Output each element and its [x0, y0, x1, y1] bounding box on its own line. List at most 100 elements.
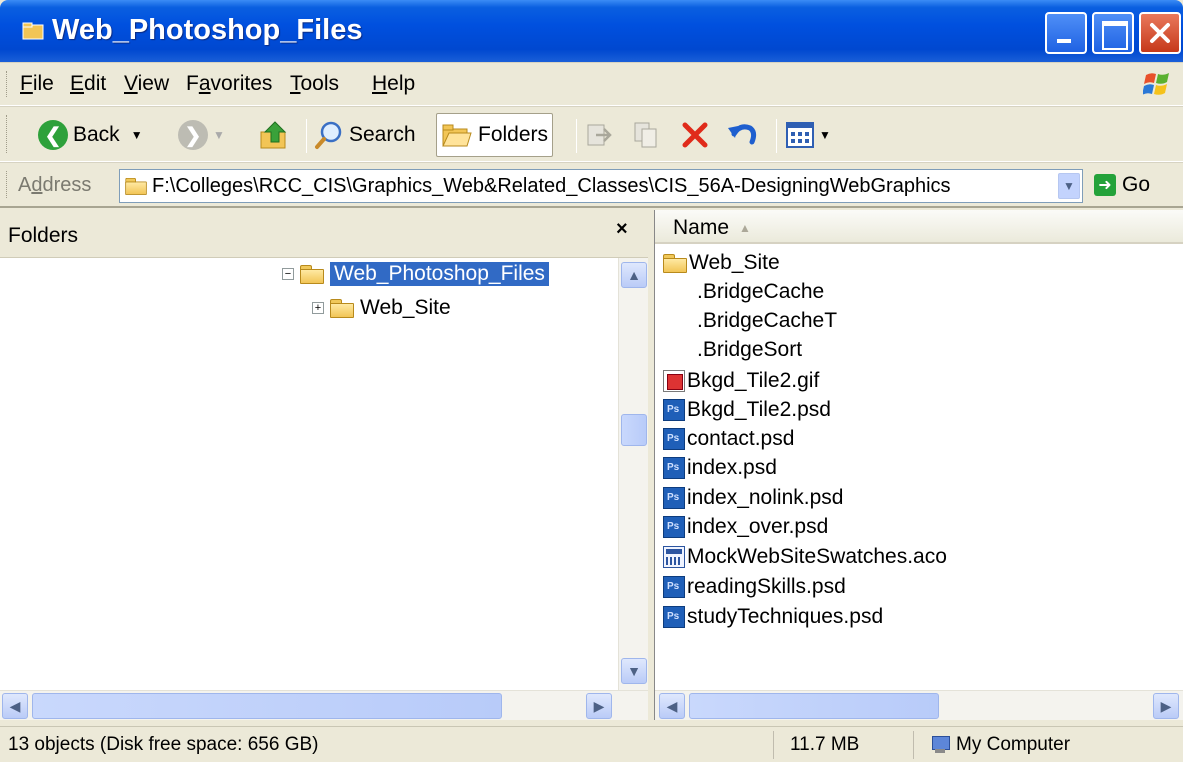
my-computer-icon — [930, 736, 950, 754]
aco-file-icon — [663, 545, 685, 568]
column-header-name[interactable]: Name ▲ — [655, 210, 1183, 244]
search-button[interactable]: Search — [314, 113, 416, 157]
status-location: My Computer — [924, 731, 1174, 759]
folders-button[interactable]: Folders — [436, 113, 554, 157]
menu-tools[interactable]: Tools — [290, 72, 339, 96]
menu-view[interactable]: View — [124, 72, 169, 96]
scroll-down-button[interactable]: ▼ — [621, 658, 647, 684]
windows-logo-icon — [1143, 73, 1169, 95]
tree-label: Web_Photoshop_Files — [330, 262, 549, 286]
list-item[interactable]: studyTechniques.psd — [663, 602, 883, 631]
list-item[interactable]: .BridgeSort — [663, 335, 802, 364]
folder-window-icon — [22, 22, 44, 40]
folder-icon — [300, 265, 324, 284]
back-button[interactable]: ❮ Back ▼ — [38, 113, 143, 157]
forward-icon: ❯ — [178, 120, 208, 150]
menu-grip[interactable] — [6, 71, 9, 97]
address-dropdown-button[interactable]: ▼ — [1058, 173, 1080, 199]
forward-button[interactable]: ❯ ▼ — [178, 113, 225, 157]
list-item[interactable]: Bkgd_Tile2.gif — [663, 366, 819, 395]
address-input[interactable]: F:\Colleges\RCC_CIS\Graphics_Web&Related… — [119, 169, 1083, 203]
menu-bar: File Edit View Favorites Tools Help — [0, 62, 1183, 106]
list-item[interactable]: MockWebSiteSwatches.aco — [663, 542, 947, 571]
folders-pane-close-icon[interactable]: × — [616, 218, 628, 241]
up-button[interactable] — [258, 113, 292, 157]
window-title: Web_Photoshop_Files — [52, 14, 363, 46]
address-grip[interactable] — [6, 171, 9, 198]
scroll-left-button[interactable]: ◀ — [2, 693, 28, 719]
status-size: 11.7 MB — [784, 731, 914, 759]
files-horizontal-scrollbar[interactable]: ◀ ▶ — [655, 690, 1183, 720]
views-icon — [786, 122, 814, 148]
scroll-right-button[interactable]: ▶ — [586, 693, 612, 719]
psd-file-icon — [663, 398, 685, 421]
tree-label: Web_Site — [360, 296, 451, 319]
psd-file-icon — [663, 427, 685, 450]
files-pane: Name ▲ Web_Site .BridgeCache .BridgeCach… — [654, 210, 1183, 720]
folders-pane-title: Folders — [8, 224, 79, 247]
scroll-left-button[interactable]: ◀ — [659, 693, 685, 719]
list-item[interactable]: Bkgd_Tile2.psd — [663, 395, 831, 424]
sort-ascending-icon: ▲ — [739, 221, 751, 235]
scroll-thumb[interactable] — [689, 693, 939, 719]
folder-icon — [663, 253, 687, 273]
copy-to-button[interactable] — [632, 113, 662, 157]
expand-icon[interactable]: + — [312, 302, 324, 314]
undo-icon — [728, 124, 757, 145]
address-bar: Address F:\Colleges\RCC_CIS\Graphics_Web… — [0, 162, 1183, 208]
menu-favorites[interactable]: Favorites — [186, 72, 272, 96]
list-item[interactable]: readingSkills.psd — [663, 572, 846, 601]
tree-node-web-photoshop-files[interactable]: − Web_Photoshop_Files — [282, 262, 549, 286]
psd-file-icon — [663, 605, 685, 628]
psd-file-icon — [663, 456, 685, 479]
scroll-thumb[interactable] — [621, 414, 647, 446]
folder-icon — [330, 299, 354, 318]
minimize-button[interactable] — [1045, 12, 1087, 54]
menu-edit[interactable]: Edit — [70, 72, 106, 96]
menu-help[interactable]: Help — [372, 72, 415, 96]
psd-file-icon — [663, 486, 685, 509]
blank-file-icon — [663, 339, 685, 361]
folders-horizontal-scrollbar[interactable]: ◀ ▶ — [0, 690, 648, 720]
list-item[interactable]: index.psd — [663, 453, 777, 482]
views-dropdown-icon: ▼ — [819, 128, 831, 142]
menu-file[interactable]: File — [20, 72, 54, 96]
close-button[interactable] — [1139, 12, 1181, 54]
folders-vertical-scrollbar[interactable]: ▲ ▼ — [618, 258, 648, 690]
scroll-thumb[interactable] — [32, 693, 502, 719]
up-folder-icon — [260, 121, 287, 149]
scroll-up-button[interactable]: ▲ — [621, 262, 647, 288]
list-item[interactable]: .BridgeCacheT — [663, 306, 837, 335]
psd-file-icon — [663, 515, 685, 538]
list-item[interactable]: Web_Site — [663, 248, 780, 277]
undo-button[interactable] — [726, 113, 758, 157]
close-icon — [1150, 23, 1170, 43]
address-label: Address — [18, 174, 92, 196]
scroll-right-button[interactable]: ▶ — [1153, 693, 1179, 719]
list-item[interactable]: .BridgeCache — [663, 277, 824, 306]
forward-dropdown-icon[interactable]: ▼ — [213, 128, 225, 142]
toolbar-grip[interactable] — [6, 115, 9, 153]
folders-icon — [442, 124, 472, 147]
blank-file-icon — [663, 281, 685, 303]
psd-file-icon — [663, 575, 685, 598]
search-icon — [315, 121, 342, 149]
folder-icon — [125, 177, 147, 196]
blank-file-icon — [663, 310, 685, 332]
collapse-icon[interactable]: − — [282, 268, 294, 280]
status-bar: 13 objects (Disk free space: 656 GB) 11.… — [0, 726, 1183, 762]
go-button[interactable]: ➜ Go — [1094, 173, 1150, 197]
views-button[interactable]: ▼ — [786, 113, 831, 157]
status-object-count: 13 objects (Disk free space: 656 GB) — [2, 731, 774, 759]
back-dropdown-icon[interactable]: ▼ — [131, 128, 143, 142]
title-bar[interactable]: Web_Photoshop_Files — [0, 0, 1183, 62]
maximize-button[interactable] — [1092, 12, 1134, 54]
list-item[interactable]: index_nolink.psd — [663, 483, 843, 512]
delete-button[interactable] — [680, 113, 710, 157]
move-to-button[interactable] — [584, 113, 614, 157]
list-item[interactable]: index_over.psd — [663, 512, 828, 541]
standard-toolbar: ❮ Back ▼ ❯ ▼ Search Folders ▼ — [0, 106, 1183, 162]
tree-node-web-site[interactable]: + Web_Site — [312, 296, 451, 320]
gif-file-icon — [663, 369, 685, 392]
list-item[interactable]: contact.psd — [663, 424, 794, 453]
